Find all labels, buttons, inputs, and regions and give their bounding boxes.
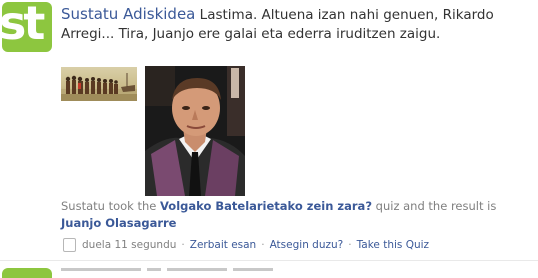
caption-prefix: Sustatu took the	[61, 199, 157, 213]
actor-name-link[interactable]: Sustatu Adiskidea	[61, 5, 195, 23]
painting-thumbnail[interactable]	[61, 67, 137, 101]
profile-avatar[interactable]: st	[2, 2, 52, 52]
quiz-attachment-caption: Sustatu took the Volgako Batelarietako z…	[61, 198, 536, 232]
painting-image	[61, 67, 137, 101]
like-link[interactable]: Atsegin duzu?	[270, 239, 344, 251]
avatar-logo-text: st	[2, 2, 45, 50]
app-icon	[63, 238, 76, 252]
caption-middle: quiz and the result is	[375, 199, 497, 213]
comment-link[interactable]: Zerbait esan	[190, 239, 256, 251]
separator: ·	[348, 239, 352, 251]
next-story-text-cropped	[61, 268, 361, 273]
story-message: Sustatu Adiskidea Lastima. Altuena izan …	[61, 5, 531, 44]
result-photo[interactable]	[145, 66, 245, 196]
take-quiz-link[interactable]: Take this Quiz	[357, 239, 429, 251]
next-story-avatar[interactable]	[2, 268, 52, 278]
story-divider	[0, 260, 538, 261]
separator: ·	[261, 239, 265, 251]
quiz-result-link[interactable]: Juanjo Olasagarre	[61, 216, 176, 230]
feed-story: st Sustatu Adiskidea Lastima. Altuena iz…	[0, 0, 538, 262]
separator: ·	[181, 239, 185, 251]
quiz-title-link[interactable]: Volgako Batelarietako zein zara?	[160, 199, 372, 213]
story-footer: duela 11 segundu · Zerbait esan · Atsegi…	[63, 237, 429, 253]
timestamp[interactable]: duela 11 segundu	[82, 239, 176, 251]
portrait-image	[145, 66, 245, 196]
